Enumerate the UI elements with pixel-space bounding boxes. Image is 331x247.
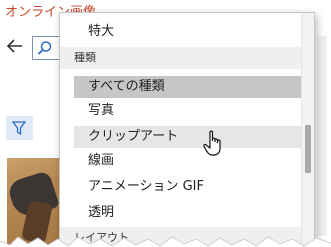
- torn-edge: [0, 236, 331, 247]
- filter-icon: [12, 121, 26, 135]
- filter-dropdown: 特大 種類 すべての種類 写真 クリップアート 線画 アニメーション GIF 透…: [59, 12, 315, 247]
- option-clip-art[interactable]: クリップアート: [74, 126, 302, 148]
- option-animated-gif[interactable]: アニメーション GIF: [74, 176, 302, 198]
- section-header-type: 種類: [60, 47, 303, 69]
- option-line-drawing[interactable]: 線画: [74, 150, 302, 172]
- screen: オンライン画像 特大 種類 すべての種類 写真 クリップアート 線画 アニメーシ…: [0, 0, 331, 247]
- option-all-types[interactable]: すべての種類: [74, 76, 302, 98]
- panel-scrollbar[interactable]: [317, 36, 327, 236]
- option-transparent[interactable]: 透明: [74, 202, 302, 224]
- hand-cursor-icon: [203, 130, 225, 158]
- dropdown-scroll-thumb[interactable]: [305, 125, 311, 173]
- filter-button[interactable]: [6, 116, 33, 140]
- back-arrow-icon[interactable]: [6, 37, 24, 55]
- option-photo[interactable]: 写真: [74, 100, 302, 122]
- dropdown-scrollbar[interactable]: [301, 13, 314, 246]
- option-extra-large[interactable]: 特大: [74, 21, 302, 43]
- search-icon: [37, 41, 52, 55]
